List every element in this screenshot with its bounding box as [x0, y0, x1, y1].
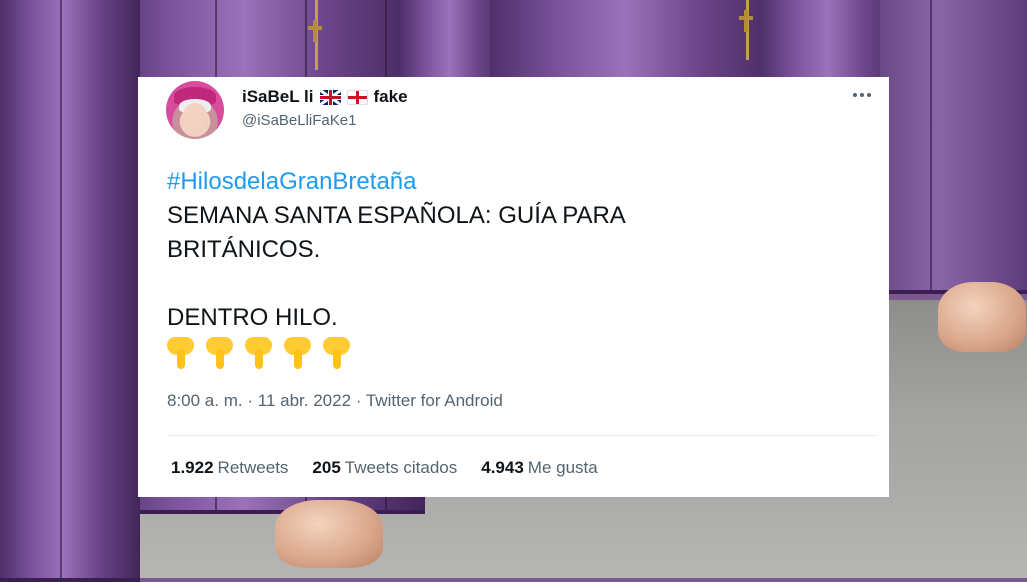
avatar-face: [183, 103, 207, 129]
pointing-down-icon: [206, 337, 233, 369]
retweets-stat[interactable]: 1.922 Retweets: [171, 458, 288, 478]
tweet-stats: 1.922 Retweets 205 Tweets citados 4.943 Me …: [171, 458, 598, 478]
line-break: [167, 267, 857, 301]
hashtag-link[interactable]: #HilosdelaGranBretaña: [167, 165, 857, 199]
emoji-row: [167, 335, 857, 371]
robe: [0, 0, 140, 582]
meta-separator: ·: [355, 391, 362, 410]
pointing-down-icon: [323, 337, 350, 369]
author-display-name[interactable]: iSaBeL li: [242, 87, 314, 107]
quotes-label: Tweets citados: [344, 458, 458, 477]
author-handle[interactable]: @iSaBeLliFaKe1: [242, 112, 356, 129]
quote-tweets-stat[interactable]: 205 Tweets citados: [312, 458, 457, 478]
crucifix-icon: [308, 20, 322, 42]
retweets-label: Retweets: [217, 458, 289, 477]
more-options-icon[interactable]: [849, 85, 875, 105]
quotes-count: 205: [312, 458, 341, 477]
tweet-text-line: DENTRO HILO.: [167, 304, 338, 331]
tweet-text-line: SEMANA SANTA ESPAÑOLA: GUÍA PARA: [167, 202, 626, 229]
tweet-text: #HilosdelaGranBretaña SEMANA SANTA ESPAÑ…: [167, 165, 857, 371]
tweet-time[interactable]: 8:00 a. m.: [167, 391, 243, 410]
tweet-card: iSaBeL li fake @iSaBeLliFaKe1 #Hilosdela…: [138, 77, 889, 497]
tweet-text-line: BRITÁNICOS.: [167, 236, 321, 263]
england-flag-icon: [346, 89, 368, 105]
likes-stat[interactable]: 4.943 Me gusta: [481, 458, 597, 478]
bare-foot: [938, 282, 1026, 352]
likes-label: Me gusta: [527, 458, 598, 477]
retweets-count: 1.922: [171, 458, 214, 477]
uk-flag-icon: [319, 89, 341, 105]
author-name-suffix[interactable]: fake: [374, 87, 408, 107]
bare-foot: [275, 500, 383, 568]
tweet-source-link[interactable]: Twitter for Android: [366, 391, 503, 410]
tweet-meta: 8:00 a. m. · 11 abr. 2022 · Twitter for …: [167, 391, 503, 411]
avatar[interactable]: [166, 81, 224, 139]
pointing-down-icon: [245, 337, 272, 369]
author-name-row[interactable]: iSaBeL li fake: [242, 85, 408, 109]
tweet-date[interactable]: 11 abr. 2022: [258, 391, 351, 410]
pointing-down-icon: [284, 337, 311, 369]
likes-count: 4.943: [481, 458, 524, 477]
meta-separator: ·: [247, 391, 254, 410]
divider: [167, 435, 876, 436]
pointing-down-icon: [167, 337, 194, 369]
robe: [880, 0, 1027, 294]
crucifix-icon: [739, 10, 753, 32]
